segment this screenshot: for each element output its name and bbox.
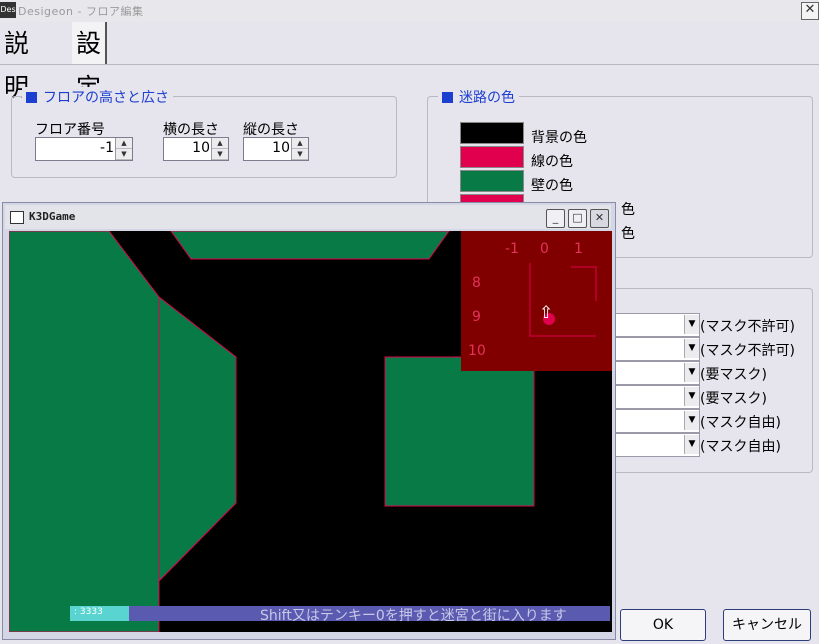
app-icon: Des xyxy=(0,2,16,18)
wall-color-label: 壁の色 xyxy=(531,178,573,194)
tab-divider xyxy=(0,64,819,65)
maze-color-legend: 迷路の色 xyxy=(438,87,519,107)
window-icon xyxy=(10,211,24,224)
chevron-down-icon[interactable]: ▼ xyxy=(684,411,699,430)
legend-square-icon xyxy=(26,92,37,103)
chevron-down-icon[interactable]: ▼ xyxy=(684,387,699,406)
mask-dropdown-3[interactable]: ▼ xyxy=(614,361,700,385)
background-color-swatch[interactable] xyxy=(460,122,524,144)
game-title-bar[interactable]: K3DGame _ □ ✕ xyxy=(5,205,611,229)
floor-size-group: フロアの高さと広さ フロア番号 -1 ▲ ▼ 横の長さ 10 ▲ ▼ 縦の長さ 10… xyxy=(11,87,397,178)
ok-button[interactable]: OK xyxy=(620,609,706,641)
spin-up-icon[interactable]: ▲ xyxy=(212,138,228,149)
spin-down-icon[interactable]: ▼ xyxy=(116,149,132,160)
minimap: -1 0 1 8 9 10 ⇧ xyxy=(461,231,612,371)
minimize-icon[interactable]: _ xyxy=(546,209,565,228)
game-title: K3DGame xyxy=(29,210,76,223)
floor-size-legend-text: フロアの高さと広さ xyxy=(43,90,169,106)
game-viewport[interactable]: -1 0 1 8 9 10 ⇧ : 3333 Shift又はテンキー0を押すと迷… xyxy=(9,231,612,632)
color-label-5: 色 xyxy=(621,226,635,242)
mask-note-4: (要マスク) xyxy=(700,391,767,407)
mask-note-3: (要マスク) xyxy=(700,367,767,383)
mask-dropdown-5[interactable]: ▼ xyxy=(614,409,700,433)
spin-up-icon[interactable]: ▲ xyxy=(116,138,132,149)
height-label: 縦の長さ xyxy=(243,122,299,138)
chevron-down-icon[interactable]: ▼ xyxy=(684,363,699,382)
tab-description[interactable]: 説明 xyxy=(0,22,33,102)
height-stepper[interactable]: 10 ▲ ▼ xyxy=(243,137,309,161)
mask-dropdown-2[interactable]: ▼ xyxy=(614,337,700,361)
height-value[interactable]: 10 xyxy=(272,140,290,156)
background-color-label: 背景の色 xyxy=(531,130,587,146)
width-stepper[interactable]: 10 ▲ ▼ xyxy=(163,137,229,161)
mask-note-1: (マスク不許可) xyxy=(700,319,795,335)
title-bar: Des Desigeon - フロア編集 ✕ xyxy=(0,0,819,22)
left-wall-far xyxy=(9,231,160,632)
floor-number-label: フロア番号 xyxy=(35,122,105,138)
game-window[interactable]: K3DGame _ □ ✕ -1 0 1 8 9 10 ⇧: 3333 Shi… xyxy=(2,202,616,640)
line-color-label: 線の色 xyxy=(531,154,573,170)
floor-number-value[interactable]: -1 xyxy=(100,140,114,156)
mask-dropdown-6[interactable]: ▼ xyxy=(614,433,700,457)
mask-dropdown-4[interactable]: ▼ xyxy=(614,385,700,409)
floor-number-stepper[interactable]: -1 ▲ ▼ xyxy=(35,137,133,161)
mask-note-5: (マスク自由) xyxy=(700,415,781,431)
chevron-down-icon[interactable]: ▼ xyxy=(684,339,699,358)
window-title: Desigeon - フロア編集 xyxy=(18,5,144,18)
enter-hint-text: Shift又はテンキー0を押すと迷宮と街に入ります xyxy=(260,608,567,624)
width-value[interactable]: 10 xyxy=(192,140,210,156)
close-icon[interactable]: ✕ xyxy=(801,2,819,20)
left-wall-near xyxy=(158,295,237,583)
chevron-down-icon[interactable]: ▼ xyxy=(684,315,699,334)
maze-color-legend-text: 迷路の色 xyxy=(459,90,515,106)
color-label-4: 色 xyxy=(621,202,635,218)
floor-size-legend: フロアの高さと広さ xyxy=(22,87,173,107)
ceiling-wall xyxy=(170,231,450,260)
maximize-icon[interactable]: □ xyxy=(568,209,587,228)
legend-square-icon xyxy=(442,92,453,103)
chevron-down-icon[interactable]: ▼ xyxy=(684,435,699,454)
spin-up-icon[interactable]: ▲ xyxy=(292,138,308,149)
front-wall xyxy=(384,356,535,507)
close-icon[interactable]: ✕ xyxy=(590,209,609,228)
tab-settings[interactable]: 設定 xyxy=(72,22,108,102)
width-label: 横の長さ xyxy=(163,122,219,138)
mask-note-6: (マスク自由) xyxy=(700,439,781,455)
wall-color-swatch[interactable] xyxy=(460,170,524,192)
mask-note-2: (マスク不許可) xyxy=(700,343,795,359)
hp-value: : 3333 xyxy=(74,607,103,617)
cancel-button[interactable]: キャンセル xyxy=(723,609,811,641)
minimap-lines xyxy=(529,263,597,337)
mask-dropdown-1[interactable]: ▼ xyxy=(614,313,700,337)
line-color-swatch[interactable] xyxy=(460,146,524,168)
player-arrow-icon: ⇧ xyxy=(539,303,554,323)
spin-down-icon[interactable]: ▼ xyxy=(212,149,228,160)
spin-down-icon[interactable]: ▼ xyxy=(292,149,308,160)
